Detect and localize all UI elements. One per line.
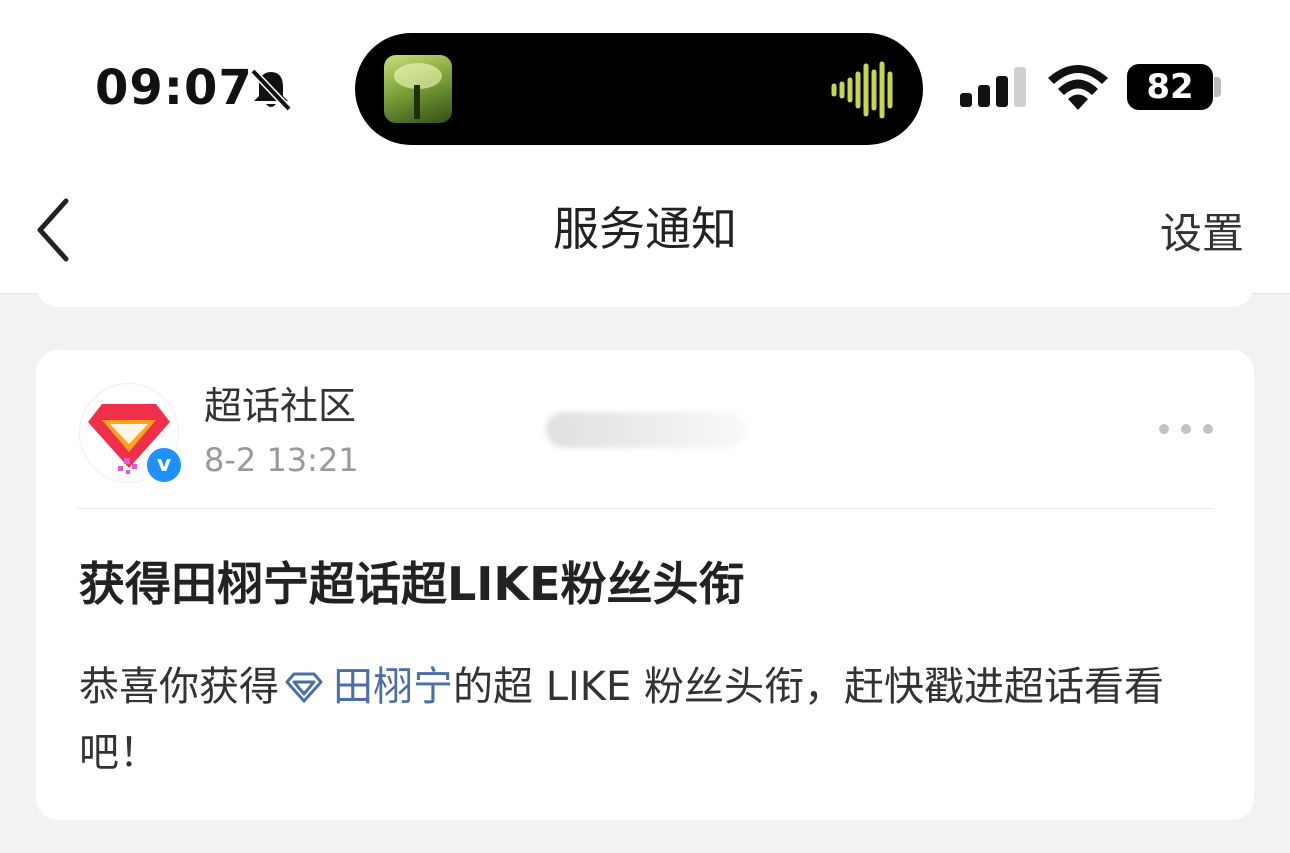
signal-icon — [960, 67, 1026, 107]
battery-indicator: 82 — [1127, 64, 1213, 110]
audio-wave-icon — [831, 61, 893, 119]
diamond-icon — [285, 672, 323, 703]
supertopic-link[interactable]: 田栩宁 — [333, 664, 453, 710]
album-art-thumbnail[interactable] — [384, 55, 452, 123]
battery-cap — [1214, 77, 1221, 97]
page-title: 服务通知 — [553, 202, 737, 256]
notification-body: 恭喜你获得 田栩宁的超 LIKE 粉丝头衔，赶快戳进超话看看吧！ — [79, 654, 1219, 786]
previous-notification-card[interactable] — [36, 275, 1254, 307]
more-dots-icon[interactable] — [1156, 414, 1216, 444]
blurred-region — [546, 412, 746, 448]
settings-button[interactable]: 设置 — [1160, 205, 1244, 263]
sender-name[interactable]: 超话社区 — [204, 380, 356, 432]
timestamp: 8-2 13:21 — [204, 441, 359, 479]
wifi-icon — [1048, 65, 1108, 110]
verified-badge-icon: v — [144, 445, 184, 485]
divider — [76, 508, 1214, 509]
notification-title: 获得田栩宁超话超LIKE粉丝头衔 — [79, 557, 745, 611]
page: 09:07 82 服务通知 设置 v 超话社区 8-2 13:21 获得田栩宁超… — [0, 0, 1290, 853]
status-time: 09:07 — [95, 60, 253, 116]
status-bar: 09:07 82 — [0, 0, 1290, 175]
bell-slash-icon — [250, 68, 292, 112]
body-prefix: 恭喜你获得 — [79, 664, 279, 710]
album-art-figure — [414, 85, 420, 119]
notification-card[interactable]: v 超话社区 8-2 13:21 获得田栩宁超话超LIKE粉丝头衔 恭喜你获得 … — [36, 350, 1254, 820]
